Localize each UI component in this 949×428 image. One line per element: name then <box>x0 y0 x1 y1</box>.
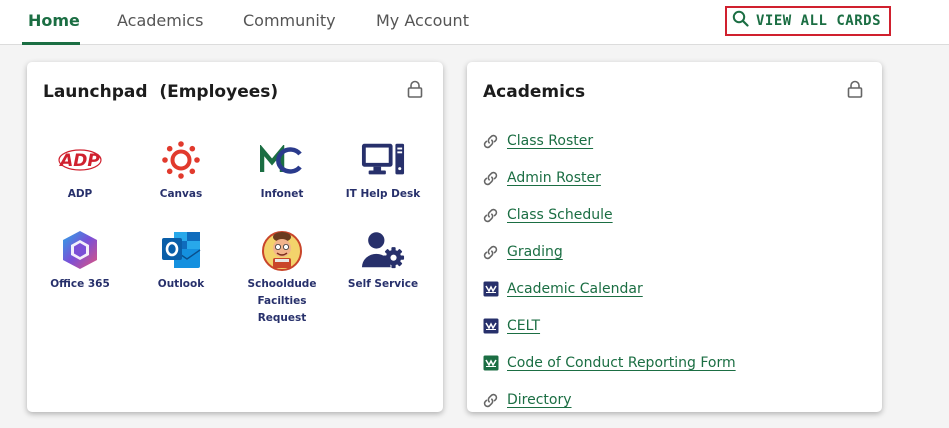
app-label: Self Service <box>347 278 419 290</box>
tab-academics[interactable]: Academics <box>117 11 203 30</box>
link-label: Directory <box>507 392 572 408</box>
app-label: Office 365 <box>50 278 110 290</box>
link-label: Grading <box>507 244 563 260</box>
app-it-help-desk[interactable]: IT Help Desk <box>333 138 433 203</box>
app-outlook[interactable]: Outlook <box>131 228 231 293</box>
academics-link-celt[interactable]: CELT <box>482 316 540 336</box>
link-icon <box>482 392 499 409</box>
link-label: Code of Conduct Reporting Form <box>507 355 736 371</box>
tab-community[interactable]: Community <box>243 11 336 30</box>
app-label: Infonet <box>260 188 304 200</box>
academics-link-class-roster[interactable]: Class Roster <box>482 131 593 151</box>
academics-card: Academics Class Roster Admin Roster Clas… <box>467 62 882 412</box>
active-tab-indicator <box>22 42 80 45</box>
canvas-logo-icon <box>159 138 203 182</box>
academics-link-grading[interactable]: Grading <box>482 242 563 262</box>
link-label: Academic Calendar <box>507 281 643 297</box>
navy-badge-icon <box>482 318 499 335</box>
schooldude-mascot-icon <box>260 228 304 272</box>
app-adp[interactable]: ADP ADP <box>30 138 130 203</box>
link-icon <box>482 133 499 150</box>
link-icon <box>482 207 499 224</box>
office365-logo-icon <box>58 228 102 272</box>
tab-my-account[interactable]: My Account <box>376 11 469 30</box>
top-navigation: Home Academics Community My Account VIEW… <box>0 0 949 45</box>
user-gear-icon <box>361 228 405 272</box>
tab-home[interactable]: Home <box>28 11 80 30</box>
app-label: Schooldude Facilties Request <box>247 278 317 324</box>
svg-text:ADP: ADP <box>58 151 100 171</box>
academics-link-academic-calendar[interactable]: Academic Calendar <box>482 279 643 299</box>
app-infonet[interactable]: Infonet <box>232 138 332 203</box>
outlook-logo-icon <box>159 228 203 272</box>
app-label: Canvas <box>159 188 203 200</box>
app-self-service[interactable]: Self Service <box>333 228 433 293</box>
academics-link-class-schedule[interactable]: Class Schedule <box>482 205 613 225</box>
lock-icon[interactable] <box>847 80 863 103</box>
link-icon <box>482 244 499 261</box>
computer-monitor-icon <box>361 138 405 182</box>
link-label: Admin Roster <box>507 170 601 186</box>
search-icon <box>732 10 749 32</box>
green-badge-icon <box>482 355 499 372</box>
academics-link-admin-roster[interactable]: Admin Roster <box>482 168 601 188</box>
lock-icon[interactable] <box>407 80 423 103</box>
app-label: Outlook <box>157 278 205 290</box>
infonet-logo-icon <box>260 138 304 182</box>
academics-card-title: Academics <box>483 82 586 102</box>
app-schooldude[interactable]: Schooldude Facilties Request <box>232 228 332 327</box>
launchpad-card: Launchpad (Employees) ADP ADP Canvas Inf… <box>27 62 443 412</box>
adp-logo-icon: ADP <box>58 138 102 182</box>
app-label: ADP <box>67 188 93 200</box>
link-label: CELT <box>507 318 541 334</box>
app-label: IT Help Desk <box>345 188 421 200</box>
link-label: Class Schedule <box>507 207 613 223</box>
academics-link-directory[interactable]: Directory <box>482 390 572 410</box>
link-label: Class Roster <box>507 133 594 149</box>
app-office-365[interactable]: Office 365 <box>30 228 130 293</box>
view-all-cards-button[interactable]: VIEW ALL CARDS <box>725 6 891 36</box>
navy-badge-icon <box>482 281 499 298</box>
launchpad-card-title: Launchpad (Employees) <box>43 82 279 102</box>
link-icon <box>482 170 499 187</box>
app-canvas[interactable]: Canvas <box>131 138 231 203</box>
academics-link-code-of-conduct[interactable]: Code of Conduct Reporting Form <box>482 353 736 373</box>
view-all-cards-label: VIEW ALL CARDS <box>756 13 882 29</box>
